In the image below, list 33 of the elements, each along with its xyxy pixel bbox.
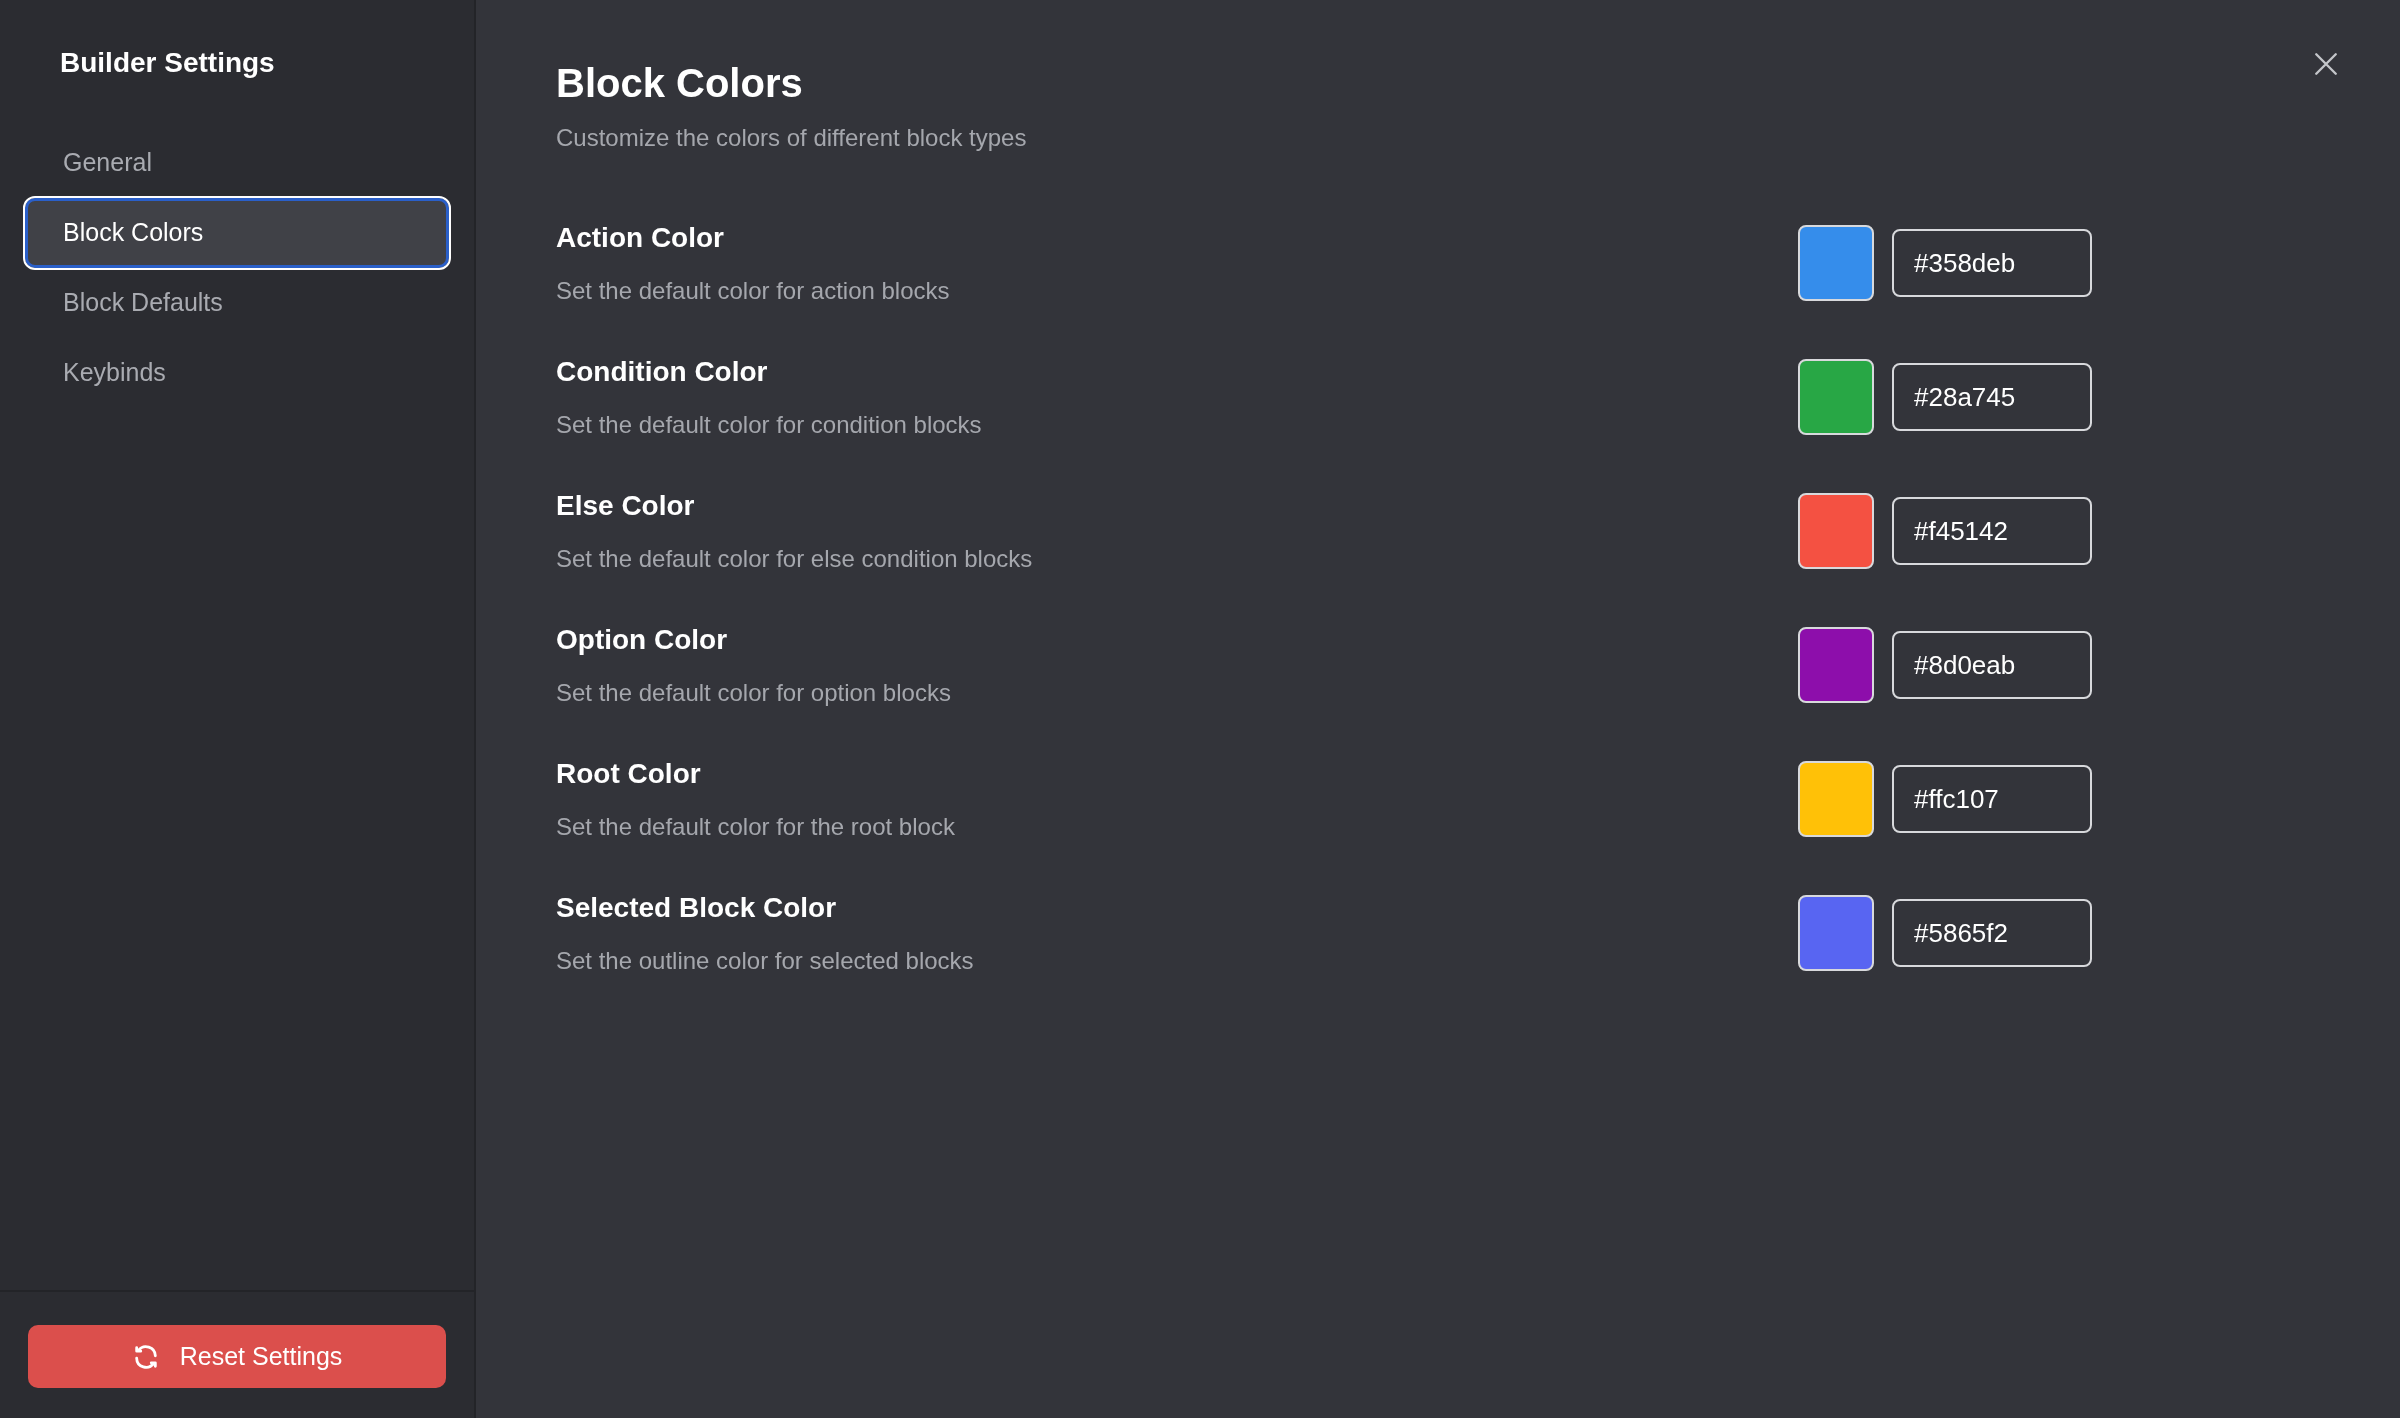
hex-input-field[interactable]: #8d0eab: [1892, 631, 2092, 699]
setting-label: Condition Color: [556, 355, 769, 389]
setting-description: Set the outline color for selected blocks: [556, 946, 974, 976]
color-swatch[interactable]: [1798, 493, 1874, 569]
hex-input-field[interactable]: #ffc107: [1892, 765, 2092, 833]
setting-label: Root Color: [556, 757, 702, 791]
hex-input-field[interactable]: #28a745: [1892, 363, 2092, 431]
color-swatch[interactable]: [1798, 627, 1874, 703]
color-swatch[interactable]: [1798, 225, 1874, 301]
setting-description: Set the default color for else condition blocks: [556, 544, 1033, 574]
page-subtitle: Customize the colors of different block types: [556, 123, 1028, 153]
setting-label: Else Color: [556, 489, 696, 523]
close-icon: [2313, 51, 2339, 77]
sidebar-item[interactable]: Block Defaults: [25, 268, 449, 338]
setting-label: Selected Block Color: [556, 891, 838, 925]
hex-input-field[interactable]: #5865f2: [1892, 899, 2092, 967]
setting-description: Set the default color for action blocks: [556, 276, 950, 306]
sidebar-item[interactable]: Block Colors: [25, 198, 449, 268]
page-title: Block Colors: [556, 60, 803, 107]
hex-input-field[interactable]: #358deb: [1892, 229, 2092, 297]
color-swatch[interactable]: [1798, 359, 1874, 435]
setting-description: Set the default color for option blocks: [556, 678, 951, 708]
color-swatch[interactable]: [1798, 895, 1874, 971]
sidebar-item[interactable]: General: [25, 128, 449, 198]
hex-input-field[interactable]: #f45142: [1892, 497, 2092, 565]
setting-description: Set the default color for condition blocks: [556, 410, 982, 440]
setting-label: Option Color: [556, 623, 729, 657]
sidebar-item[interactable]: Keybinds: [25, 338, 449, 408]
setting-label: Action Color: [556, 221, 725, 255]
color-swatch[interactable]: [1798, 761, 1874, 837]
sidebar-title: Builder Settings: [60, 46, 276, 80]
reset-settings-button[interactable]: Reset Settings: [28, 1325, 446, 1388]
setting-description: Set the default color for the root block: [556, 812, 955, 842]
